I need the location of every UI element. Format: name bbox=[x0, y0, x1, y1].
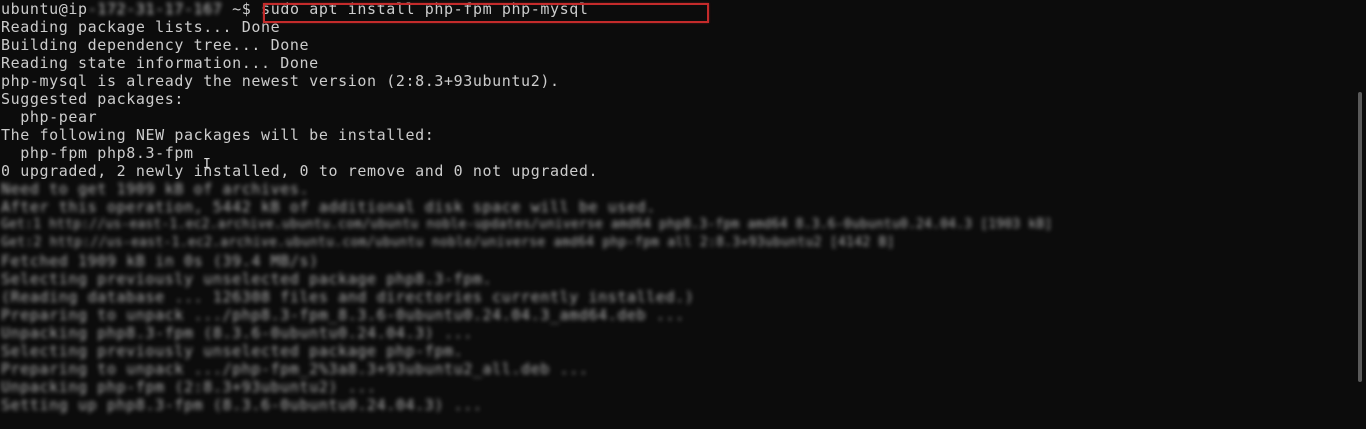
blurred-output-line: Setting up php8.3-fpm (8.3.6-0ubuntu0.24… bbox=[1, 396, 483, 414]
prompt-host-redacted: -172-31-17-167 bbox=[87, 0, 223, 18]
output-line: The following NEW packages will be insta… bbox=[1, 126, 435, 144]
output-line: 0 upgraded, 2 newly installed, 0 to remo… bbox=[1, 162, 599, 180]
output-line: php-pear bbox=[1, 108, 98, 126]
blurred-output-line: Selecting previously unselected package … bbox=[1, 270, 493, 288]
blurred-output-line: Get:2 http://us-east-1.ec2.archive.ubunt… bbox=[1, 235, 895, 250]
terminal-output: ubuntu@ip-172-31-17-167 ~$ sudo apt inst… bbox=[1, 0, 1336, 414]
output-line: Reading state information... Done bbox=[1, 54, 319, 72]
blurred-output-line: Unpacking php8.3-fpm (8.3.6-0ubuntu0.24.… bbox=[1, 324, 473, 342]
prompt-user: ubuntu@ip bbox=[1, 0, 88, 18]
blurred-output-line: After this operation, 5442 kB of additio… bbox=[1, 198, 656, 216]
scrollbar-thumb[interactable] bbox=[1358, 92, 1362, 382]
blurred-output-line: Fetched 1909 kB in 0s (39.4 MB/s) bbox=[1, 252, 319, 270]
blurred-output-line: Preparing to unpack .../php8.3-fpm_8.3.6… bbox=[1, 306, 685, 324]
output-line: Suggested packages: bbox=[1, 90, 184, 108]
terminal-window[interactable]: ubuntu@ip-172-31-17-167 ~$ sudo apt inst… bbox=[0, 0, 1366, 429]
output-line: php-fpm php8.3-fpm bbox=[1, 144, 194, 162]
prompt-suffix: ~$ bbox=[222, 0, 262, 18]
blurred-output-line: Need to get 1909 kB of archives. bbox=[1, 180, 310, 198]
blurred-output-line: Get:1 http://us-east-1.ec2.archive.ubunt… bbox=[1, 217, 1053, 232]
blurred-output-line: Selecting previously unselected package … bbox=[1, 342, 464, 360]
output-line: php-mysql is already the newest version … bbox=[1, 72, 560, 90]
blurred-output-line: (Reading database ... 126308 files and d… bbox=[1, 288, 695, 306]
scrollbar[interactable] bbox=[1354, 0, 1366, 429]
text-cursor-icon: I bbox=[203, 157, 211, 172]
blurred-output-line: Unpacking php-fpm (2:8.3+93ubuntu2) ... bbox=[1, 378, 377, 396]
output-line: Building dependency tree... Done bbox=[1, 36, 310, 54]
command-highlight-box bbox=[263, 3, 709, 23]
blurred-output-line: Preparing to unpack .../php-fpm_2%3a8.3+… bbox=[1, 360, 589, 378]
